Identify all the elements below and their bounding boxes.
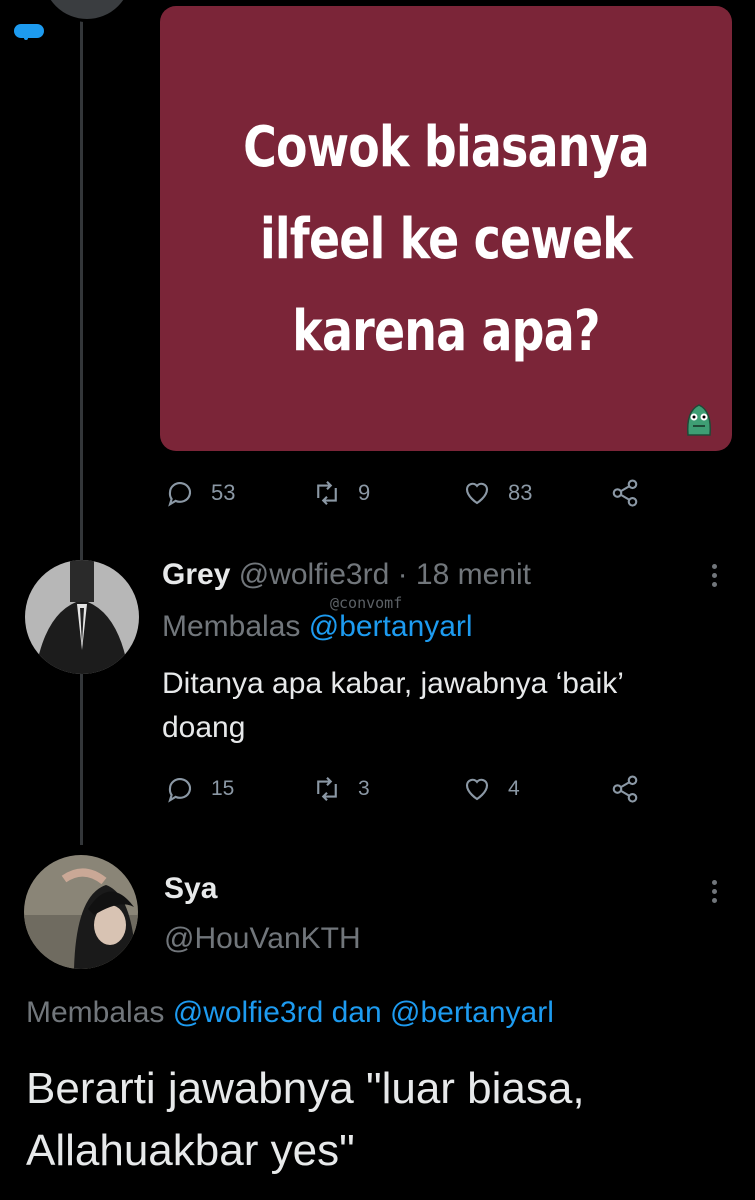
monster-mascot-icon (686, 404, 712, 436)
cloud-badge-icon (14, 24, 44, 40)
reply-count: 53 (211, 480, 236, 505)
retweet-icon (317, 480, 337, 506)
like-button[interactable]: 83 (462, 478, 532, 508)
thread-connector-line (80, 0, 83, 845)
timestamp[interactable]: · 18 menit (398, 558, 531, 591)
share-icon (612, 479, 638, 507)
display-name[interactable]: Grey (162, 558, 230, 591)
handle[interactable]: @wolfie3rd (239, 558, 390, 591)
mention-join: dan (331, 996, 382, 1029)
like-count: 83 (508, 480, 533, 505)
display-name[interactable]: Sya (164, 872, 217, 906)
retweet-icon (317, 776, 337, 802)
like-count: 4 (508, 777, 520, 800)
more-options-icon[interactable] (712, 560, 717, 591)
replying-to: Membalas @wolfie3rd dan @bertanyarl (26, 996, 554, 1030)
mention-link[interactable]: @bertanyarl (309, 610, 473, 643)
tweet-text-line: Berarti jawabnya "luar biasa, (26, 1064, 585, 1113)
share-button[interactable] (610, 478, 640, 508)
tweet-image-card[interactable]: Cowok biasanya ilfeel ke cewek karena ap… (160, 6, 732, 451)
replying-prefix: Membalas (26, 996, 165, 1029)
reply-icon (168, 778, 192, 803)
handle[interactable]: @HouVanKTH (164, 922, 361, 956)
reply-button[interactable]: 15 (165, 774, 234, 804)
replying-prefix: Membalas (162, 610, 301, 643)
card-line: karena apa? (292, 299, 600, 364)
more-options-icon[interactable] (712, 876, 717, 907)
share-icon (612, 775, 638, 803)
reply-button[interactable]: 53 (165, 478, 235, 508)
suit-avatar-icon (25, 560, 139, 674)
heart-icon (465, 778, 489, 801)
retweet-button[interactable]: 3 (312, 774, 370, 804)
replying-to: Membalas @bertanyarl (162, 610, 473, 644)
tweet-text: Berarti jawabnya "luar biasa, Allahuakba… (26, 1058, 585, 1182)
retweet-count: 3 (358, 777, 370, 800)
tweet-text-line: doang (162, 711, 246, 744)
avatar[interactable] (40, 0, 134, 22)
reply-count: 15 (211, 777, 235, 800)
reply-icon (168, 482, 192, 507)
avatar-sya[interactable] (24, 855, 138, 969)
retweet-count: 9 (358, 480, 371, 505)
person-avatar-icon (24, 855, 138, 969)
card-line: Cowok biasanya (243, 115, 650, 180)
retweet-button[interactable]: 9 (312, 478, 370, 508)
share-button[interactable] (610, 774, 640, 804)
card-line: ilfeel ke cewek (259, 207, 633, 272)
tweet-header: Grey @wolfie3rd · 18 menit (162, 558, 531, 592)
mention-link[interactable]: @bertanyarl (390, 996, 554, 1029)
tweet-text-line: Allahuakbar yes" (26, 1126, 355, 1175)
mention-link[interactable]: @wolfie3rd (173, 996, 324, 1029)
avatar-grey[interactable] (25, 560, 139, 674)
tweet-text-line: Ditanya apa kabar, jawabnya ‘baik’ (162, 667, 624, 700)
tweet-text: Ditanya apa kabar, jawabnya ‘baik’ doang (162, 662, 624, 750)
like-button[interactable]: 4 (462, 774, 520, 804)
heart-icon (465, 482, 489, 505)
card-text: Cowok biasanya ilfeel ke cewek karena ap… (211, 102, 680, 378)
